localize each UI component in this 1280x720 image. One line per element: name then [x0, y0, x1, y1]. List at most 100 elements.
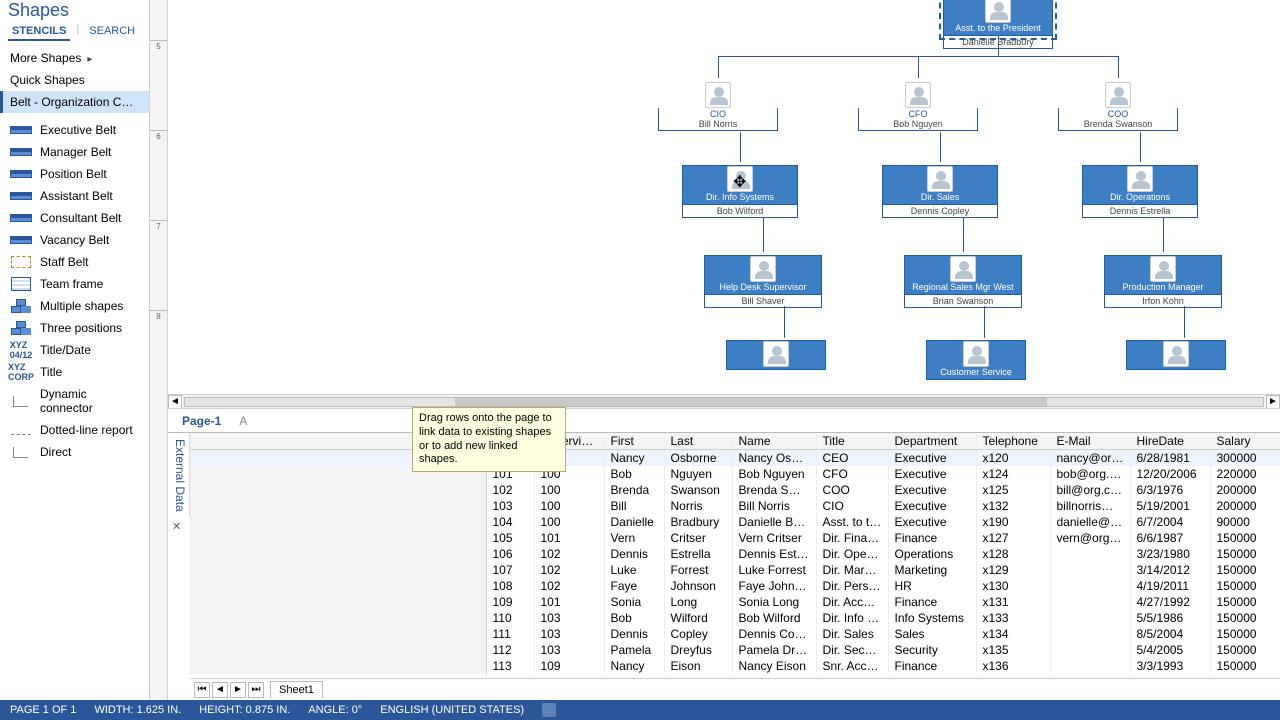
org-node-coo[interactable]: COOBrenda Swanson [1058, 82, 1178, 131]
vertical-ruler: 5678 [150, 0, 168, 700]
shapes-pane: Shapes STENCILS | SEARCH More Shapes Qui… [0, 0, 150, 700]
table-row[interactable]: 109101SoniaLongSonia LongDir. Accou…Fina… [191, 594, 1280, 610]
text-icon: XYZ CORP [10, 365, 32, 379]
more-shapes-link[interactable]: More Shapes [0, 47, 149, 69]
shape-item-label: Direct [40, 445, 71, 459]
horizontal-scrollbar[interactable]: ◄ ► [168, 394, 1280, 408]
status-bar: PAGE 1 OF 1 WIDTH: 1.625 IN. HEIGHT: 0.8… [0, 700, 1280, 720]
sheet-nav-next[interactable]: ► [230, 682, 246, 698]
shape-item-label: Manager Belt [40, 145, 111, 159]
shape-item-direct[interactable]: Direct [0, 441, 149, 463]
org-node-cio[interactable]: CIOBill Norris [658, 82, 778, 131]
shape-item-label: Dynamic connector [40, 387, 139, 415]
org-node-dsales[interactable]: Dir. SalesDennis Copley [882, 165, 998, 218]
drawing-canvas[interactable]: Asst. to the PresidentDanielle BradburyC… [168, 0, 1280, 394]
scroll-left-button[interactable]: ◄ [168, 395, 182, 409]
stencil-belt-org[interactable]: Belt - Organization C… [0, 91, 149, 113]
shape-item-manager-belt[interactable]: Manager Belt [0, 141, 149, 163]
quick-shapes-link[interactable]: Quick Shapes [0, 69, 149, 91]
col-header[interactable]: Name [732, 433, 816, 450]
avatar-icon [750, 256, 776, 282]
external-data-grid[interactable]: Empl…SupervisorFirstLastNameTitleDepartm… [190, 433, 1280, 678]
macro-record-icon[interactable] [542, 703, 556, 717]
table-row[interactable]: 108102FayeJohnsonFaye Johns…Dir. Person…… [191, 578, 1280, 594]
shape-item-multiple-shapes[interactable]: Multiple shapes [0, 295, 149, 317]
conn-icon [10, 445, 32, 459]
table-row[interactable]: 103100BillNorrisBill NorrisCIOExecutivex… [191, 498, 1280, 514]
avatar-icon [1163, 341, 1189, 367]
col-header[interactable]: Title [816, 433, 888, 450]
tab-all[interactable]: A [233, 412, 253, 430]
org-node-help[interactable]: Help Desk SupervisorBill Shaver [704, 255, 822, 308]
avatar-icon [950, 256, 976, 282]
col-header[interactable]: Telephone [976, 433, 1050, 450]
status-height: HEIGHT: 0.875 IN. [199, 704, 290, 716]
col-header[interactable]: Department [888, 433, 976, 450]
sheet-nav-prev[interactable]: ◄ [212, 682, 228, 698]
conn-icon [10, 394, 32, 408]
org-node-dis[interactable]: Dir. Info SystemsBob Wilford [682, 165, 798, 218]
table-row[interactable]: 101100BobNguyenBob NguyenCFOExecutivex12… [191, 466, 1280, 482]
external-data-label[interactable]: External Data [168, 433, 190, 518]
col-header[interactable]: Last [664, 433, 732, 450]
table-row[interactable]: 105101VernCritserVern CritserDir. Financ… [191, 530, 1280, 546]
col-header[interactable]: E-Mail [1050, 433, 1130, 450]
shape-item-assistant-belt[interactable]: Assistant Belt [0, 185, 149, 207]
table-row[interactable]: 102100BrendaSwansonBrenda S…COOExecutive… [191, 482, 1280, 498]
table-row[interactable]: 113109NancyEisonNancy EisonSnr. Accou…Fi… [191, 658, 1280, 674]
shape-item-consultant-belt[interactable]: Consultant Belt [0, 207, 149, 229]
shape-item-title[interactable]: XYZ CORPTitle [0, 361, 149, 383]
table-row[interactable]: 106102DennisEstrellaDennis Est…Dir. Oper… [191, 546, 1280, 562]
org-node-c2[interactable]: Customer Service [926, 340, 1026, 380]
shape-item-staff-belt[interactable]: Staff Belt [0, 251, 149, 273]
col-header[interactable]: HireDate [1130, 433, 1210, 450]
avatar-icon [985, 0, 1011, 23]
table-row[interactable]: 107102LukeForrestLuke ForrestDir. Market… [191, 562, 1280, 578]
data-link-tooltip: Drag rows onto the page to link data to … [412, 407, 566, 472]
shape-item-team-frame[interactable]: Team frame [0, 273, 149, 295]
scroll-right-button[interactable]: ► [1266, 395, 1280, 409]
text-icon: XYZ 04/12 [10, 343, 32, 357]
org-node-c1[interactable] [726, 340, 826, 370]
shape-item-title-date[interactable]: XYZ 04/12Title/Date [0, 339, 149, 361]
external-data-close-icon[interactable]: ✕ [172, 520, 186, 534]
multi-icon [10, 299, 32, 313]
sheet-nav-first[interactable]: ⏮ [194, 682, 210, 698]
staff-icon [10, 255, 32, 269]
org-node-pm[interactable]: Production ManagerIrfon Kohn [1104, 255, 1222, 308]
tab-search[interactable]: SEARCH [85, 23, 139, 41]
table-row[interactable]: 110103BobWilfordBob WilfordDir. Info Sy…… [191, 610, 1280, 626]
shape-item-vacancy-belt[interactable]: Vacancy Belt [0, 229, 149, 251]
avatar-icon [1150, 256, 1176, 282]
org-node-rsm[interactable]: Regional Sales Mgr WestBrian Swanson [904, 255, 1022, 308]
avatar-icon [963, 341, 989, 367]
avatar-icon [763, 341, 789, 367]
org-node-dops[interactable]: Dir. OperationsDennis Estrella [1082, 165, 1198, 218]
tab-stencils[interactable]: STENCILS [8, 23, 70, 41]
belt-icon [10, 233, 32, 247]
tab-page-1[interactable]: Page-1 [176, 412, 227, 430]
shape-item-executive-belt[interactable]: Executive Belt [0, 119, 149, 141]
shape-item-dynamic-connector[interactable]: Dynamic connector [0, 383, 149, 419]
col-header[interactable]: First [604, 433, 664, 450]
table-row[interactable]: 100NancyOsborneNancy Osb…CEOExecutivex12… [191, 450, 1280, 467]
shape-item-label: Dotted-line report [40, 423, 133, 437]
table-row[interactable]: 112103PamelaDreyfusPamela Dre…Dir. Secur… [191, 642, 1280, 658]
shape-item-dotted-line-report[interactable]: Dotted-line report [0, 419, 149, 441]
col-header[interactable]: Salary [1210, 433, 1280, 450]
shape-item-label: Three positions [40, 321, 122, 335]
shape-item-label: Executive Belt [40, 123, 116, 137]
org-node-cfo[interactable]: CFOBob Nguyen [858, 82, 978, 131]
scroll-thumb[interactable] [455, 398, 1048, 406]
table-row[interactable]: 104100DanielleBradburyDanielle B…Asst. t… [191, 514, 1280, 530]
multi-icon [10, 321, 32, 335]
avatar-icon [1127, 166, 1153, 192]
shape-item-three-positions[interactable]: Three positions [0, 317, 149, 339]
sheet-nav-last[interactable]: ⏭ [248, 682, 264, 698]
belt-icon [10, 167, 32, 181]
shape-item-position-belt[interactable]: Position Belt [0, 163, 149, 185]
sheet-tab[interactable]: Sheet1 [270, 681, 323, 698]
avatar-icon [705, 82, 731, 108]
org-node-c3[interactable] [1126, 340, 1226, 370]
table-row[interactable]: 111103DennisCopleyDennis Co…Dir. SalesSa… [191, 626, 1280, 642]
